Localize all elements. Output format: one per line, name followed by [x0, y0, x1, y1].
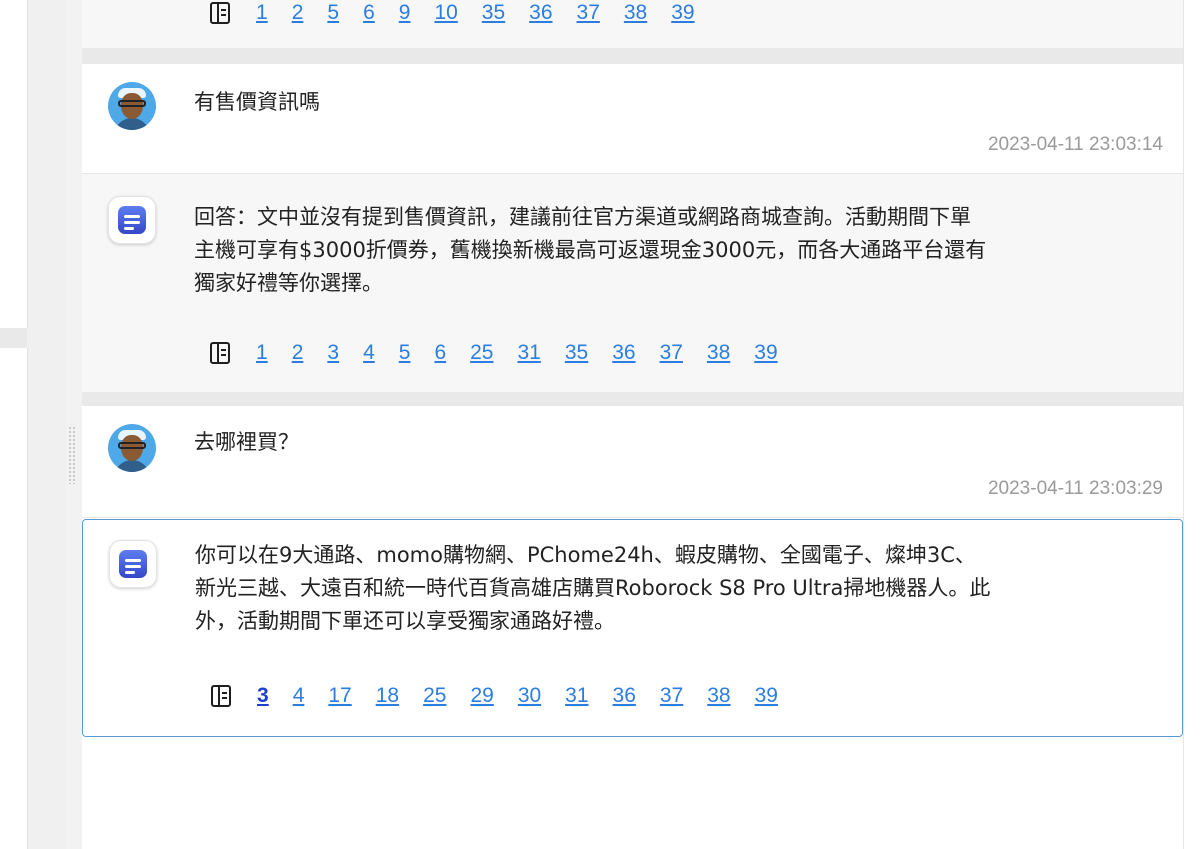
left-panel-bottom — [0, 348, 28, 849]
source-ref-link[interactable]: 37 — [660, 684, 683, 708]
source-ref-link[interactable]: 1 — [256, 341, 268, 365]
source-ref-link[interactable]: 30 — [518, 684, 541, 708]
source-ref-link[interactable]: 38 — [707, 684, 730, 708]
source-refs: 1 2 5 6 9 10 35 36 37 38 39 — [210, 0, 719, 28]
source-ref-link[interactable]: 9 — [399, 1, 411, 25]
book-icon — [211, 685, 231, 707]
answer-text: 回答：文中並沒有提到售價資訊，建議前往官方渠道或網路商城查詢。活動期間下單 主機… — [194, 201, 1166, 300]
message-separator — [82, 392, 1183, 406]
source-ref-link[interactable]: 10 — [434, 1, 457, 25]
source-ref-link[interactable]: 39 — [755, 684, 778, 708]
source-ref-link[interactable]: 25 — [423, 684, 446, 708]
source-ref-link[interactable]: 1 — [256, 1, 268, 25]
source-ref-link[interactable]: 6 — [363, 1, 375, 25]
answer-message-selected[interactable]: 你可以在9大通路、momo購物網、PChome24h、蝦皮購物、全國電子、燦坤3… — [82, 519, 1183, 737]
source-ref-link[interactable]: 35 — [482, 1, 505, 25]
message-separator — [82, 48, 1183, 64]
answer-line: 新光三越、大遠百和統一時代百貨高雄店購買Roborock S8 Pro Ultr… — [195, 576, 991, 600]
answer-line: 外，活動期間下單还可以享受獨家通路好禮。 — [195, 609, 615, 633]
panel-gap — [28, 0, 66, 849]
question-text: 去哪裡買？ — [194, 430, 299, 454]
source-ref-link[interactable]: 31 — [565, 684, 588, 708]
resize-handle[interactable] — [68, 426, 76, 484]
scrollbar-track[interactable] — [1183, 0, 1200, 849]
source-ref-link[interactable]: 35 — [565, 341, 588, 365]
source-refs: 1 2 3 4 5 6 25 31 35 36 37 38 39 — [210, 338, 802, 368]
source-ref-link[interactable]: 29 — [470, 684, 493, 708]
answer-line: 你可以在9大通路、momo購物網、PChome24h、蝦皮購物、全國電子、燦坤3… — [195, 543, 976, 567]
source-ref-link[interactable]: 36 — [612, 341, 635, 365]
source-ref-link[interactable]: 17 — [328, 684, 351, 708]
source-ref-link[interactable]: 38 — [707, 341, 730, 365]
source-ref-link[interactable]: 5 — [399, 341, 411, 365]
left-panel — [0, 0, 28, 849]
source-ref-link[interactable]: 6 — [434, 341, 446, 365]
source-ref-link[interactable]: 2 — [292, 1, 304, 25]
answer-message: 1 2 5 6 9 10 35 36 37 38 39 — [82, 0, 1183, 48]
user-avatar-icon — [108, 424, 156, 472]
answer-line: 主機可享有$3000折價券，舊機換新機最高可返還現金3000元，而各大通路平台還… — [194, 238, 987, 262]
question-text: 有售價資訊嗎 — [194, 90, 320, 114]
user-avatar-icon — [108, 82, 156, 130]
answer-line: 回答：文中並沒有提到售價資訊，建議前往官方渠道或網路商城查詢。活動期間下單 — [194, 205, 971, 229]
source-ref-link[interactable]: 36 — [613, 684, 636, 708]
bot-chat-icon — [108, 196, 156, 244]
source-refs: 3 4 17 18 25 29 30 31 36 37 38 39 — [211, 681, 802, 711]
source-ref-link-selected[interactable]: 3 — [257, 684, 269, 708]
bot-chat-icon — [109, 540, 157, 588]
source-ref-link[interactable]: 4 — [293, 684, 305, 708]
source-ref-link[interactable]: 37 — [660, 341, 683, 365]
source-ref-link[interactable]: 2 — [292, 341, 304, 365]
source-ref-link[interactable]: 3 — [327, 341, 339, 365]
source-ref-link[interactable]: 18 — [376, 684, 399, 708]
source-ref-link[interactable]: 36 — [529, 1, 552, 25]
left-panel-divider — [0, 328, 27, 348]
question-message: 去哪裡買？ 2023-04-11 23:03:29 — [82, 406, 1183, 518]
left-panel-top — [0, 0, 28, 328]
source-ref-link[interactable]: 37 — [577, 1, 600, 25]
timestamp: 2023-04-11 23:03:14 — [987, 134, 1163, 155]
source-ref-link[interactable]: 38 — [624, 1, 647, 25]
source-ref-link[interactable]: 39 — [754, 341, 777, 365]
source-ref-link[interactable]: 25 — [470, 341, 493, 365]
book-icon — [210, 342, 230, 364]
source-ref-link[interactable]: 5 — [327, 1, 339, 25]
source-ref-link[interactable]: 39 — [671, 1, 694, 25]
source-ref-link[interactable]: 4 — [363, 341, 375, 365]
chat-panel: 1 2 5 6 9 10 35 36 37 38 39 有售價資訊嗎 2023-… — [82, 0, 1183, 849]
question-message: 有售價資訊嗎 2023-04-11 23:03:14 — [82, 64, 1183, 174]
answer-message: 回答：文中並沒有提到售價資訊，建議前往官方渠道或網路商城查詢。活動期間下單 主機… — [82, 174, 1183, 392]
source-ref-link[interactable]: 31 — [517, 341, 540, 365]
answer-line: 獨家好禮等你選擇。 — [194, 271, 383, 295]
answer-text: 你可以在9大通路、momo購物網、PChome24h、蝦皮購物、全國電子、燦坤3… — [195, 539, 1167, 638]
book-icon — [210, 2, 230, 24]
timestamp: 2023-04-11 23:03:29 — [987, 478, 1163, 499]
